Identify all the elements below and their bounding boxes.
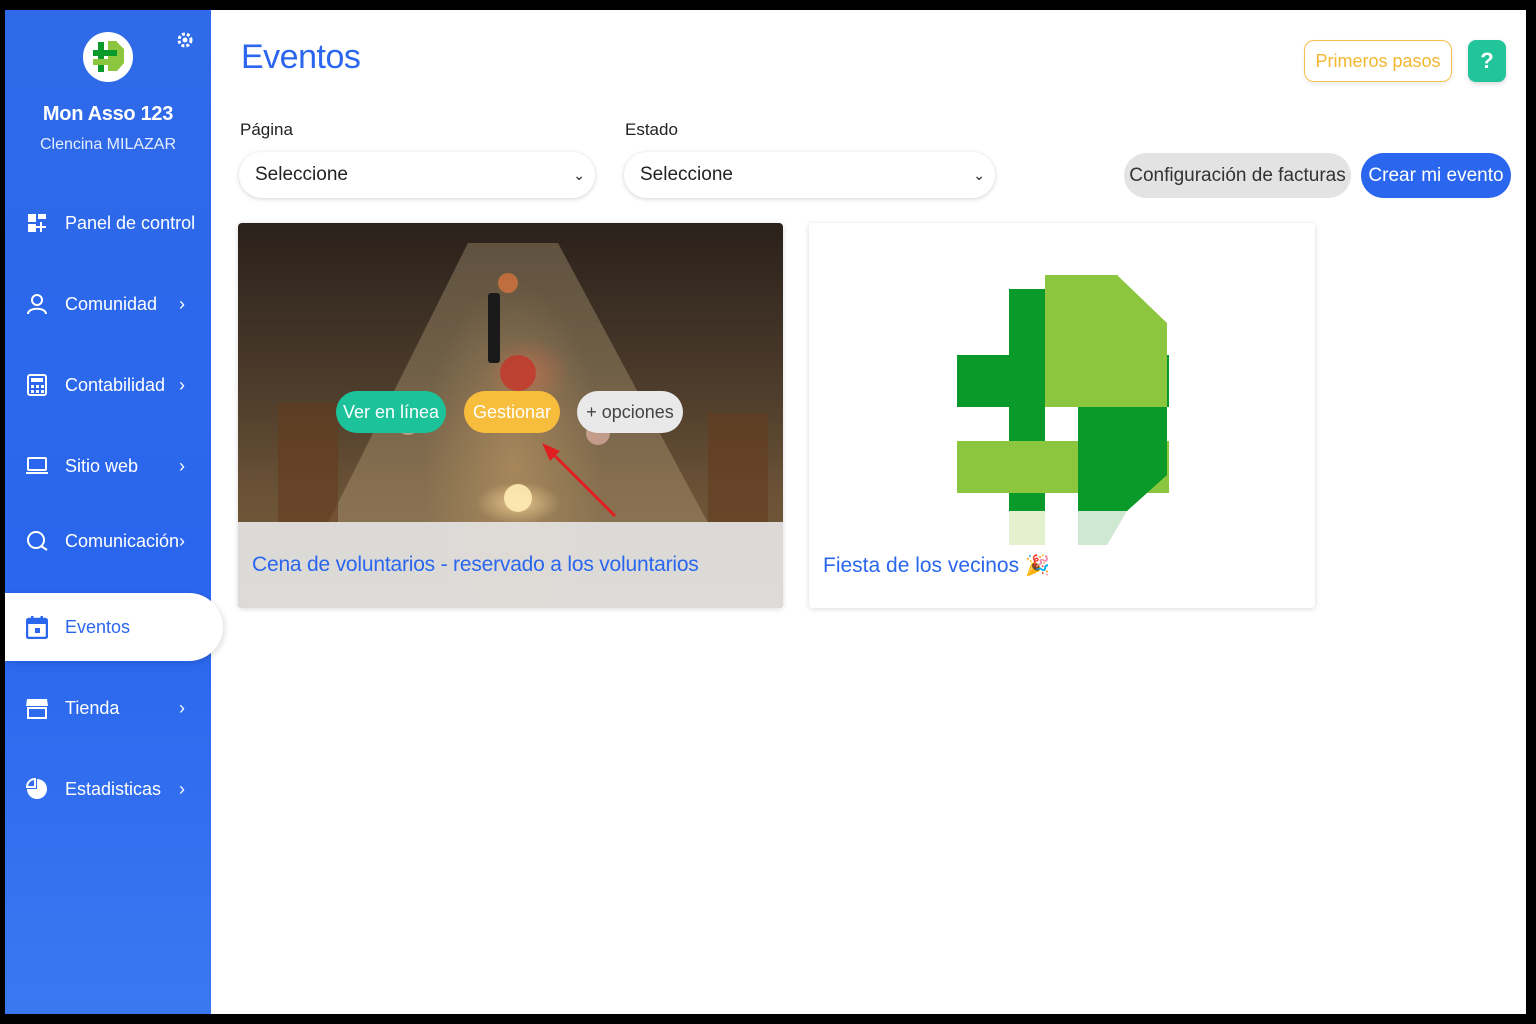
sidebar-item-label: Estadisticas xyxy=(65,778,162,799)
laptop-icon xyxy=(25,454,49,478)
event-title-row[interactable]: Fiesta de los vecinos 🎉 xyxy=(823,553,1050,578)
pagina-select-value: Seleccione xyxy=(255,164,348,185)
chevron-down-icon: ⌄ xyxy=(573,166,585,183)
opciones-button[interactable]: + opciones xyxy=(577,391,683,433)
event-logo-image xyxy=(957,275,1169,550)
org-logo[interactable] xyxy=(83,32,133,82)
estado-select-value: Seleccione xyxy=(640,164,733,185)
event-title[interactable]: Cena de voluntarios - reservado a los vo… xyxy=(252,553,699,577)
event-title: Fiesta de los vecinos xyxy=(823,553,1020,577)
gear-icon[interactable] xyxy=(175,30,195,56)
sidebar-item-eventos[interactable]: Eventos xyxy=(5,593,223,661)
sidebar-item-panel[interactable]: Panel de control xyxy=(5,193,211,253)
org-user-name: Clencina MILAZAR xyxy=(39,136,177,153)
primeros-pasos-button[interactable]: Primeros pasos xyxy=(1304,40,1452,82)
pagina-select[interactable]: Seleccione ⌄ xyxy=(239,152,595,198)
main-content: Eventos Primeros pasos ? Página Seleccio… xyxy=(211,10,1526,1014)
event-card[interactable]: Fiesta de los vecinos 🎉 xyxy=(809,223,1315,608)
sidebar-item-tienda[interactable]: Tienda › xyxy=(5,678,211,738)
calculator-icon xyxy=(25,373,49,397)
sidebar-item-contabilidad[interactable]: Contabilidad › xyxy=(5,355,211,415)
sidebar-item-label: Contabilidad xyxy=(65,374,166,395)
estado-label: Estado xyxy=(625,120,678,139)
sidebar-item-comunidad[interactable]: Comunidad › xyxy=(5,274,211,334)
help-button[interactable]: ? xyxy=(1468,40,1506,82)
estado-select[interactable]: Seleccione ⌄ xyxy=(624,152,995,198)
chevron-right-icon: › xyxy=(179,697,185,718)
sidebar-item-label: Comunidad xyxy=(65,293,158,314)
chevron-right-icon: › xyxy=(179,455,185,476)
sidebar-item-label: Eventos xyxy=(65,616,131,637)
chevron-right-icon: › xyxy=(179,374,185,395)
sidebar-item-sitio-web[interactable]: Sitio web › xyxy=(5,436,211,496)
sidebar-item-comunicacion[interactable]: Comunicación › xyxy=(5,511,211,571)
configuracion-facturas-button[interactable]: Configuración de facturas xyxy=(1124,153,1351,198)
sidebar-item-label: Panel de control xyxy=(65,212,196,233)
app-window: Mon Asso 123 Clencina MILAZAR Panel de c… xyxy=(5,10,1526,1014)
chevron-right-icon: › xyxy=(179,530,185,551)
sidebar-item-estadisticas[interactable]: Estadisticas › xyxy=(5,759,211,819)
profile-header: Mon Asso 123 Clencina MILAZAR xyxy=(5,10,211,187)
chevron-right-icon: › xyxy=(179,293,185,314)
dashboard-icon xyxy=(25,211,49,235)
crear-evento-button[interactable]: Crear mi evento xyxy=(1361,153,1511,198)
party-popper-icon: 🎉 xyxy=(1025,555,1051,577)
page-title: Eventos xyxy=(241,38,361,76)
org-name: Mon Asso 123 xyxy=(42,103,174,125)
ver-en-linea-button[interactable]: Ver en línea xyxy=(336,391,446,433)
sidebar: Mon Asso 123 Clencina MILAZAR Panel de c… xyxy=(5,10,223,1014)
calendar-icon xyxy=(25,615,49,639)
sidebar-item-label: Sitio web xyxy=(65,455,139,476)
pie-chart-icon xyxy=(25,777,49,801)
chevron-right-icon: › xyxy=(179,778,185,799)
sidebar-item-label: Tienda xyxy=(65,697,120,718)
chevron-down-icon: ⌄ xyxy=(973,166,985,183)
store-icon xyxy=(25,696,49,720)
users-icon xyxy=(25,292,49,316)
chat-icon xyxy=(25,529,49,553)
gestionar-button[interactable]: Gestionar xyxy=(464,391,560,433)
sidebar-item-label: Comunicación xyxy=(65,530,180,551)
pagina-label: Página xyxy=(240,120,293,139)
event-card[interactable]: Ver en línea Gestionar + opciones Cena d… xyxy=(238,223,783,608)
